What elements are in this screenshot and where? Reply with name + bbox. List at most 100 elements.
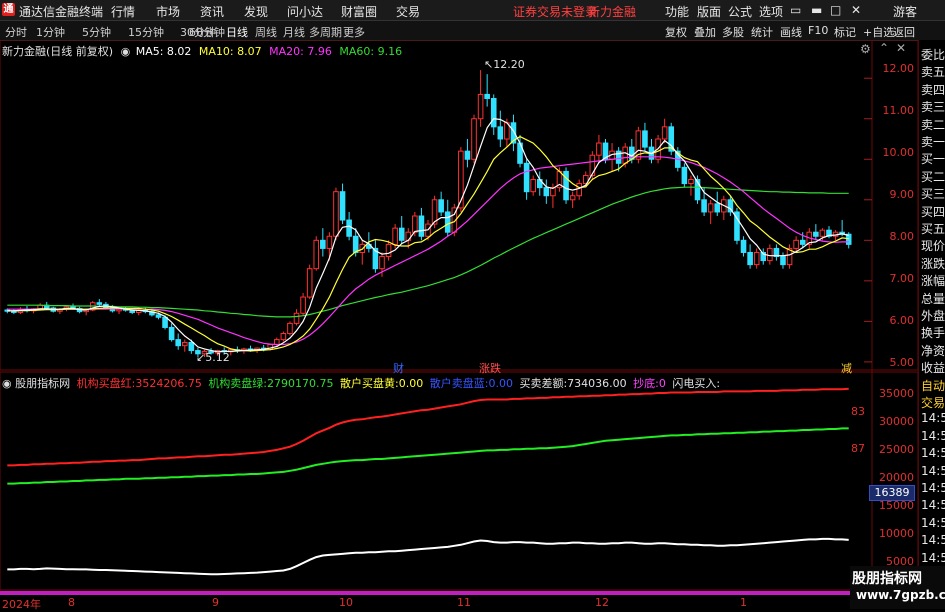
guest-label[interactable]: 游客 <box>893 3 917 20</box>
quote-panel-item: 14:56 <box>921 515 945 530</box>
btn-add-watchlist[interactable]: +自选 <box>863 24 894 40</box>
candle-body <box>333 191 339 237</box>
period-weekly[interactable]: 周线 <box>255 24 277 40</box>
window-restore-icon[interactable]: ▭ <box>790 3 801 17</box>
settings-gear-icon[interactable]: ⚙ <box>860 42 871 56</box>
period-60min[interactable]: 60分钟 <box>189 24 225 40</box>
candle-body <box>116 308 122 312</box>
menu-shichang[interactable]: 市场 <box>156 3 180 20</box>
ind-tick: 30000 <box>879 415 914 428</box>
period-5min[interactable]: 5分钟 <box>82 24 111 40</box>
period-more[interactable]: 更多 <box>343 24 365 40</box>
menu-wenxiaoda[interactable]: 问小达 <box>287 3 323 20</box>
chaodi-label: 抄底: <box>633 377 659 390</box>
menu-banmian[interactable]: 版面 <box>697 3 721 20</box>
quote-panel-item: 买四 <box>921 204 945 219</box>
price-tick: 5.00 <box>889 356 915 369</box>
period-fenshi[interactable]: 分时 <box>5 24 27 40</box>
watermark-line2: www.7gpzb.com <box>856 588 945 602</box>
quote-panel-item: 卖一 <box>921 135 945 149</box>
candle-body <box>642 130 648 148</box>
candle-body <box>543 187 550 197</box>
candle-body <box>280 333 287 341</box>
menu-jiaoyi[interactable]: 交易 <box>396 3 420 20</box>
btn-f10[interactable]: F10 <box>808 24 828 37</box>
btn-biaoji[interactable]: 标记 <box>834 24 856 40</box>
retail-sell-label: 散户卖盘蓝: <box>429 377 489 390</box>
app-title: 通达信金融终端 <box>19 5 104 19</box>
btn-back[interactable]: 返回 <box>893 24 915 40</box>
btn-duogu[interactable]: 多股 <box>722 24 744 40</box>
quote-panel-item: 14:56 <box>921 498 945 513</box>
menu-zixun[interactable]: 资讯 <box>200 3 224 20</box>
window-maximize-icon[interactable]: □ <box>830 3 841 17</box>
candle-body <box>444 211 451 233</box>
quote-panel-item: 总量 <box>921 291 945 306</box>
watermark-line1: 股朋指标网 <box>852 571 922 587</box>
menu-hangqing[interactable]: 行情 <box>111 3 135 20</box>
menu-caifuquan[interactable]: 财富圈 <box>341 3 377 20</box>
retail-buy-value: 0.00 <box>398 377 424 390</box>
candle-body <box>418 215 425 237</box>
candle-body <box>385 243 392 258</box>
current-value-box: 16389 <box>869 485 915 501</box>
zhangdie-marker[interactable]: 涨跌 <box>479 360 501 376</box>
btn-fuquan[interactable]: 复权 <box>665 24 687 40</box>
date-tick: 10 <box>339 596 353 609</box>
date-tick: 11 <box>457 596 471 609</box>
period-monthly[interactable]: 月线 <box>283 24 305 40</box>
quote-panel-item: 卖五 <box>921 65 945 80</box>
candle-body <box>523 162 530 193</box>
cai-marker[interactable]: 财 <box>393 360 404 376</box>
candle-body <box>569 195 576 201</box>
candle-body <box>274 339 280 345</box>
diff-value: 734036.00 <box>567 377 627 390</box>
high-annotation: ↖12.20 <box>484 58 525 71</box>
quote-panel-item: 自动 <box>921 378 945 393</box>
period-1min[interactable]: 1分钟 <box>36 24 65 40</box>
quote-panel-item: 外盘 <box>921 309 945 323</box>
window-minimize-icon[interactable]: ▬ <box>811 3 822 17</box>
quote-panel-item: 卖二 <box>921 117 945 132</box>
ma10-label: MA10: 8.07 <box>198 45 262 58</box>
candle-body <box>181 341 188 347</box>
close-pane-icon[interactable]: ✕ <box>896 41 906 55</box>
candle-body <box>596 142 602 156</box>
btn-huaxian[interactable]: 画线 <box>780 24 802 40</box>
quote-panel-item: 涨跌 <box>921 256 945 271</box>
quote-panel-item: 14:56 <box>921 428 945 443</box>
menu-gongshi[interactable]: 公式 <box>728 3 752 20</box>
period-daily[interactable]: 日线 <box>226 24 248 40</box>
menu-faxian[interactable]: 发现 <box>244 3 268 20</box>
indicator-red-line <box>7 387 849 467</box>
login-notice[interactable]: 证券交易未登录 <box>513 3 597 20</box>
quote-side-panel: 委比 卖五 卖四 卖三 卖二 卖一 买一 买二 买三 买四 买五 现价 涨跌 涨幅 总量 外盘 换手 净资 收益 自动… <box>918 40 945 609</box>
eye-icon[interactable]: ◉ <box>121 45 131 58</box>
quote-panel-item: 14:56 <box>921 463 945 478</box>
menu-xuanxiang[interactable]: 选项 <box>759 3 783 20</box>
watermark: 股朋指标网 www.7gpzb.com <box>850 566 945 609</box>
candle-body <box>490 97 497 128</box>
ma5-label: MA5: 8.02 <box>135 45 192 58</box>
jian-marker[interactable]: 减 <box>841 360 852 376</box>
candle-body <box>707 203 714 213</box>
period-multi[interactable]: 多周期 <box>309 24 342 40</box>
ind-tick: 10000 <box>879 527 914 540</box>
candle-body <box>352 235 359 253</box>
btn-diejia[interactable]: 叠加 <box>694 24 716 40</box>
inst-sell-value: 2790170.75 <box>267 377 334 390</box>
btn-tongji[interactable]: 统计 <box>751 24 773 40</box>
stock-name-header: 新力金融 <box>588 5 637 19</box>
kline-chart[interactable] <box>0 40 918 595</box>
window-close-icon[interactable]: ✕ <box>851 3 861 17</box>
candle-body <box>326 235 333 249</box>
eye-icon[interactable]: ◉ <box>2 377 12 390</box>
ind-tick: 25000 <box>879 443 914 456</box>
period-15min[interactable]: 15分钟 <box>128 24 164 40</box>
candle-body <box>464 150 471 160</box>
indicator-name[interactable]: 股朋指标网 <box>15 377 70 390</box>
ma60-label: MA60: 9.16 <box>339 45 403 58</box>
menu-gongneng[interactable]: 功能 <box>665 3 689 20</box>
quote-panel-item: 换手 <box>921 326 945 341</box>
collapse-chevron-icon[interactable]: ⌃ <box>879 41 889 55</box>
